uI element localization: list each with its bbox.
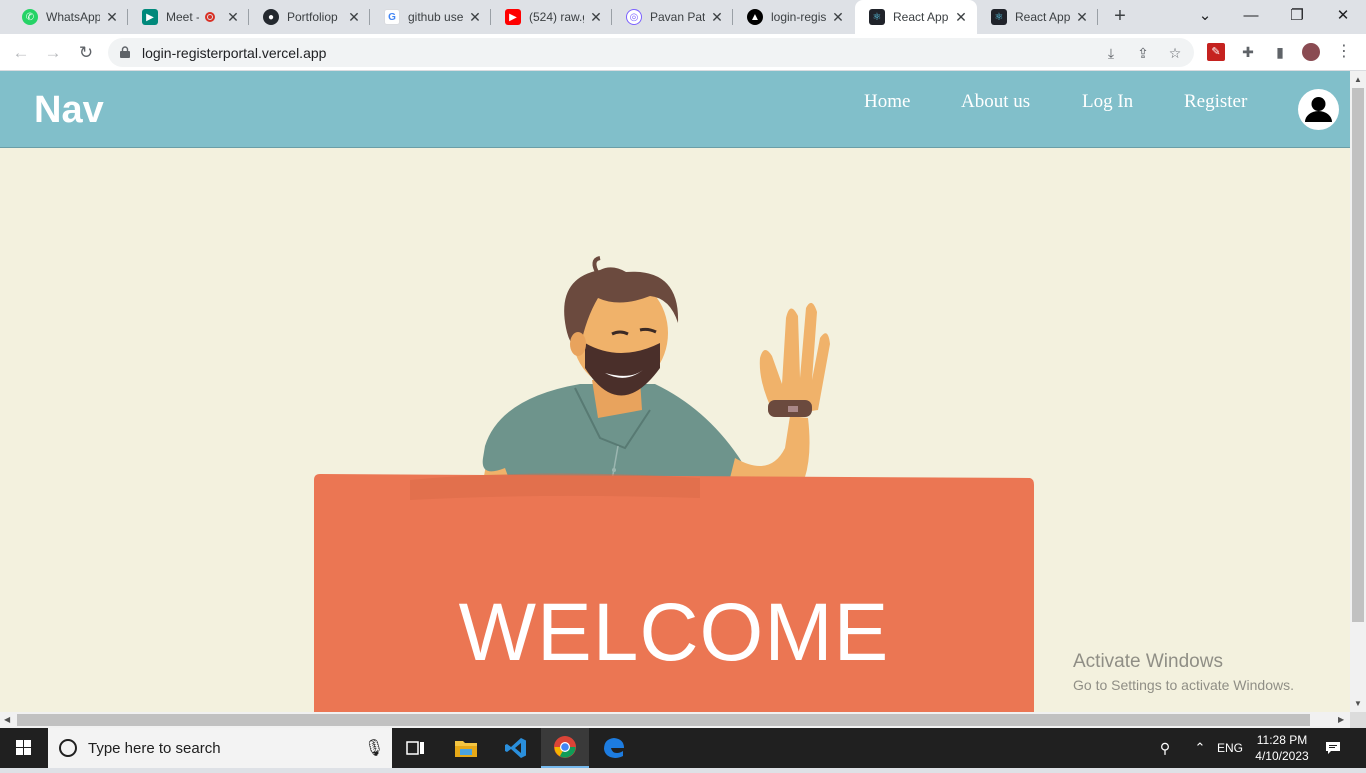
scroll-right-arrow-icon[interactable]: ▶ [1338, 715, 1344, 724]
taskbar-clock[interactable]: 11:28 PM 4/10/2023 [1248, 732, 1316, 764]
minimize-button[interactable]: — [1228, 0, 1274, 34]
start-button[interactable] [0, 728, 48, 768]
tab-google-search[interactable]: G github use ✕ [370, 0, 491, 34]
people-icon[interactable]: ⚲ [1150, 728, 1180, 768]
welcome-heading: WELCOME [458, 587, 890, 678]
new-tab-button[interactable]: + [1108, 5, 1132, 29]
edge-icon [604, 738, 624, 758]
google-meet-icon: ▶ [142, 9, 158, 25]
close-tab-icon[interactable]: ✕ [830, 9, 846, 25]
vertical-scrollbar[interactable]: ▲ ▼ [1350, 71, 1366, 712]
react-icon: ⚛ [869, 9, 885, 25]
chrome-icon [554, 736, 576, 758]
close-tab-icon[interactable]: ✕ [467, 9, 483, 25]
language-indicator[interactable]: ENG [1212, 728, 1248, 768]
folder-icon [455, 741, 477, 757]
nav-link-register[interactable]: Register [1184, 91, 1247, 113]
user-avatar-icon[interactable] [1298, 89, 1339, 130]
windows-logo-icon [16, 740, 31, 755]
close-tab-icon[interactable]: ✕ [588, 9, 604, 25]
close-tab-icon[interactable]: ✕ [225, 9, 241, 25]
page-viewport: Nav Home About us Log In Register WELCOM… [0, 71, 1350, 712]
tab-react-app-active[interactable]: ⚛ React App ✕ [855, 0, 977, 34]
close-tab-icon[interactable]: ✕ [709, 9, 725, 25]
close-tab-icon[interactable]: ✕ [346, 9, 362, 25]
close-tab-icon[interactable]: ✕ [104, 9, 120, 25]
close-tab-icon[interactable]: ✕ [953, 9, 969, 25]
extensions-puzzle-icon[interactable]: ✚ [1239, 43, 1257, 61]
recording-indicator-icon [205, 12, 215, 22]
notification-icon [1326, 742, 1340, 754]
scroll-up-arrow-icon[interactable]: ▲ [1354, 75, 1362, 84]
github-icon: ● [263, 9, 279, 25]
notifications-button[interactable] [1320, 728, 1346, 768]
address-bar[interactable]: login-registerportal.vercel.app ⤓ ⇪ ☆ [108, 38, 1194, 67]
bookmark-star-icon[interactable]: ☆ [1166, 44, 1184, 62]
file-explorer-button[interactable] [442, 728, 490, 768]
vscode-button[interactable] [492, 728, 540, 768]
horizontal-scroll-thumb[interactable] [17, 714, 1310, 726]
scroll-left-arrow-icon[interactable]: ◀ [4, 715, 10, 724]
tab-search-chevron-icon[interactable]: ⌄ [1182, 0, 1228, 34]
vertical-scroll-thumb[interactable] [1352, 88, 1364, 622]
nav-link-login[interactable]: Log In [1082, 91, 1133, 113]
site-navbar: Nav Home About us Log In Register [0, 71, 1350, 148]
install-app-icon[interactable]: ⤓ [1102, 44, 1120, 62]
tab-google-meet[interactable]: ▶ Meet - ✕ [128, 0, 249, 34]
chrome-button[interactable] [541, 728, 589, 768]
search-icon [59, 739, 77, 757]
tab-whatsapp[interactable]: ✆ WhatsApp ✕ [8, 0, 128, 34]
vscode-icon [505, 738, 526, 758]
nav-link-about[interactable]: About us [961, 91, 1030, 113]
close-tab-icon[interactable]: ✕ [1074, 9, 1090, 25]
tab-pavan-patil[interactable]: ◎ Pavan Patil ✕ [612, 0, 733, 34]
microphone-icon[interactable]: 🎙 [364, 738, 384, 758]
youtube-icon: ▶ [505, 9, 521, 25]
lock-icon [120, 46, 130, 58]
tab-portfolio-github[interactable]: ● Portfoliop ✕ [249, 0, 370, 34]
activate-windows-watermark: Activate Windows Go to Settings to activ… [1073, 651, 1294, 693]
task-view-button[interactable] [392, 728, 440, 768]
google-icon: G [384, 9, 400, 25]
taskbar-search-box[interactable]: Type here to search 🎙 [48, 728, 392, 768]
chrome-menu-icon[interactable]: ⋮ [1335, 43, 1353, 61]
scroll-down-arrow-icon[interactable]: ▼ [1354, 699, 1362, 708]
brand-logo[interactable]: Nav [34, 89, 104, 132]
edge-button[interactable] [590, 728, 638, 768]
windows-taskbar: Type here to search 🎙 ⚲ ⌃ ENG 11:28 PM 4… [0, 728, 1366, 768]
vercel-icon: ▲ [747, 9, 763, 25]
tab-react-app[interactable]: ⚛ React App ✕ [977, 0, 1098, 34]
react-icon: ⚛ [991, 9, 1007, 25]
browser-tab-strip: ✆ WhatsApp ✕ ▶ Meet - ✕ ● Portfoliop ✕ G… [0, 0, 1366, 34]
side-panel-icon[interactable]: ▮ [1271, 43, 1289, 61]
extension-red-icon[interactable]: ✎ [1207, 43, 1225, 61]
whatsapp-icon: ✆ [22, 9, 38, 25]
tab-login-register[interactable]: ▲ login-regis ✕ [733, 0, 854, 34]
horizontal-scrollbar[interactable]: ◀ ▶ [0, 712, 1350, 728]
url-text: login-registerportal.vercel.app [142, 45, 327, 61]
back-arrow-icon[interactable]: ← [9, 41, 33, 65]
profile-avatar[interactable] [1302, 43, 1320, 61]
task-view-icon [406, 741, 424, 755]
tab-youtube[interactable]: ▶ (524) raw.g ✕ [491, 0, 612, 34]
close-window-button[interactable]: ✕ [1320, 0, 1366, 34]
nav-link-home[interactable]: Home [864, 91, 910, 113]
portfolio-icon: ◎ [626, 9, 642, 25]
show-hidden-icons-chevron-icon[interactable]: ⌃ [1188, 728, 1212, 768]
reload-icon[interactable]: ↻ [74, 41, 98, 65]
browser-toolbar: ← → ↻ login-registerportal.vercel.app ⤓ … [0, 34, 1366, 71]
forward-arrow-icon[interactable]: → [41, 41, 65, 65]
share-icon[interactable]: ⇪ [1134, 44, 1152, 62]
restore-button[interactable]: ❐ [1274, 0, 1320, 34]
